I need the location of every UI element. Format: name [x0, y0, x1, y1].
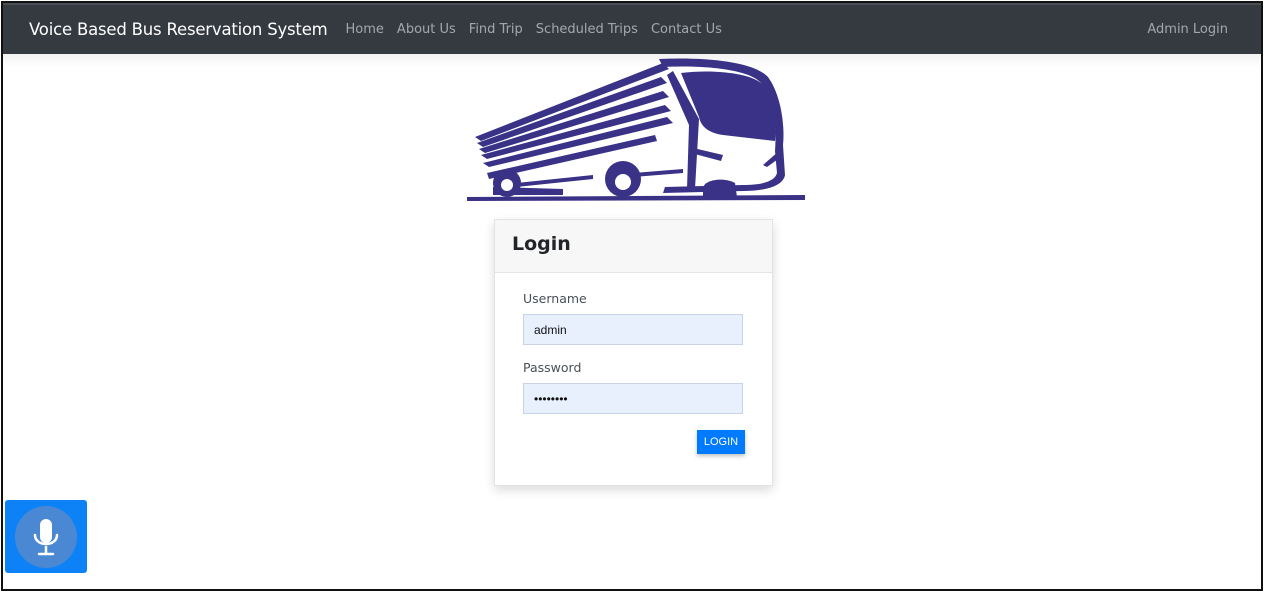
navbar: Voice Based Bus Reservation System Home …	[3, 3, 1261, 54]
nav-link-home[interactable]: Home	[346, 22, 384, 37]
password-input[interactable]	[523, 383, 743, 414]
voice-input-button[interactable]	[5, 500, 87, 573]
login-card: Login Username Password LOGIN	[494, 219, 773, 486]
microphone-icon	[33, 518, 59, 555]
nav-link-contact-us[interactable]: Contact Us	[651, 22, 722, 37]
login-button[interactable]: LOGIN	[697, 430, 745, 454]
nav-link-scheduled-trips[interactable]: Scheduled Trips	[536, 22, 638, 37]
login-card-header: Login	[495, 220, 772, 273]
nav-right: Admin Login	[1147, 5, 1228, 54]
nav-links: Home About Us Find Trip Scheduled Trips …	[346, 22, 735, 37]
password-label: Password	[523, 360, 582, 375]
nav-link-admin-login[interactable]: Admin Login	[1147, 22, 1228, 37]
navbar-brand[interactable]: Voice Based Bus Reservation System	[29, 20, 328, 39]
username-input[interactable]	[523, 314, 743, 345]
bus-logo-icon	[467, 58, 805, 201]
username-label: Username	[523, 291, 587, 306]
voice-input-circle	[15, 505, 77, 568]
login-title: Login	[512, 233, 571, 255]
password-group: Password	[523, 360, 744, 414]
login-form: Username Password LOGIN	[495, 273, 772, 486]
page-frame: Voice Based Bus Reservation System Home …	[1, 1, 1263, 591]
username-group: Username	[523, 291, 744, 345]
nav-link-about-us[interactable]: About Us	[397, 22, 456, 37]
nav-link-find-trip[interactable]: Find Trip	[469, 22, 523, 37]
